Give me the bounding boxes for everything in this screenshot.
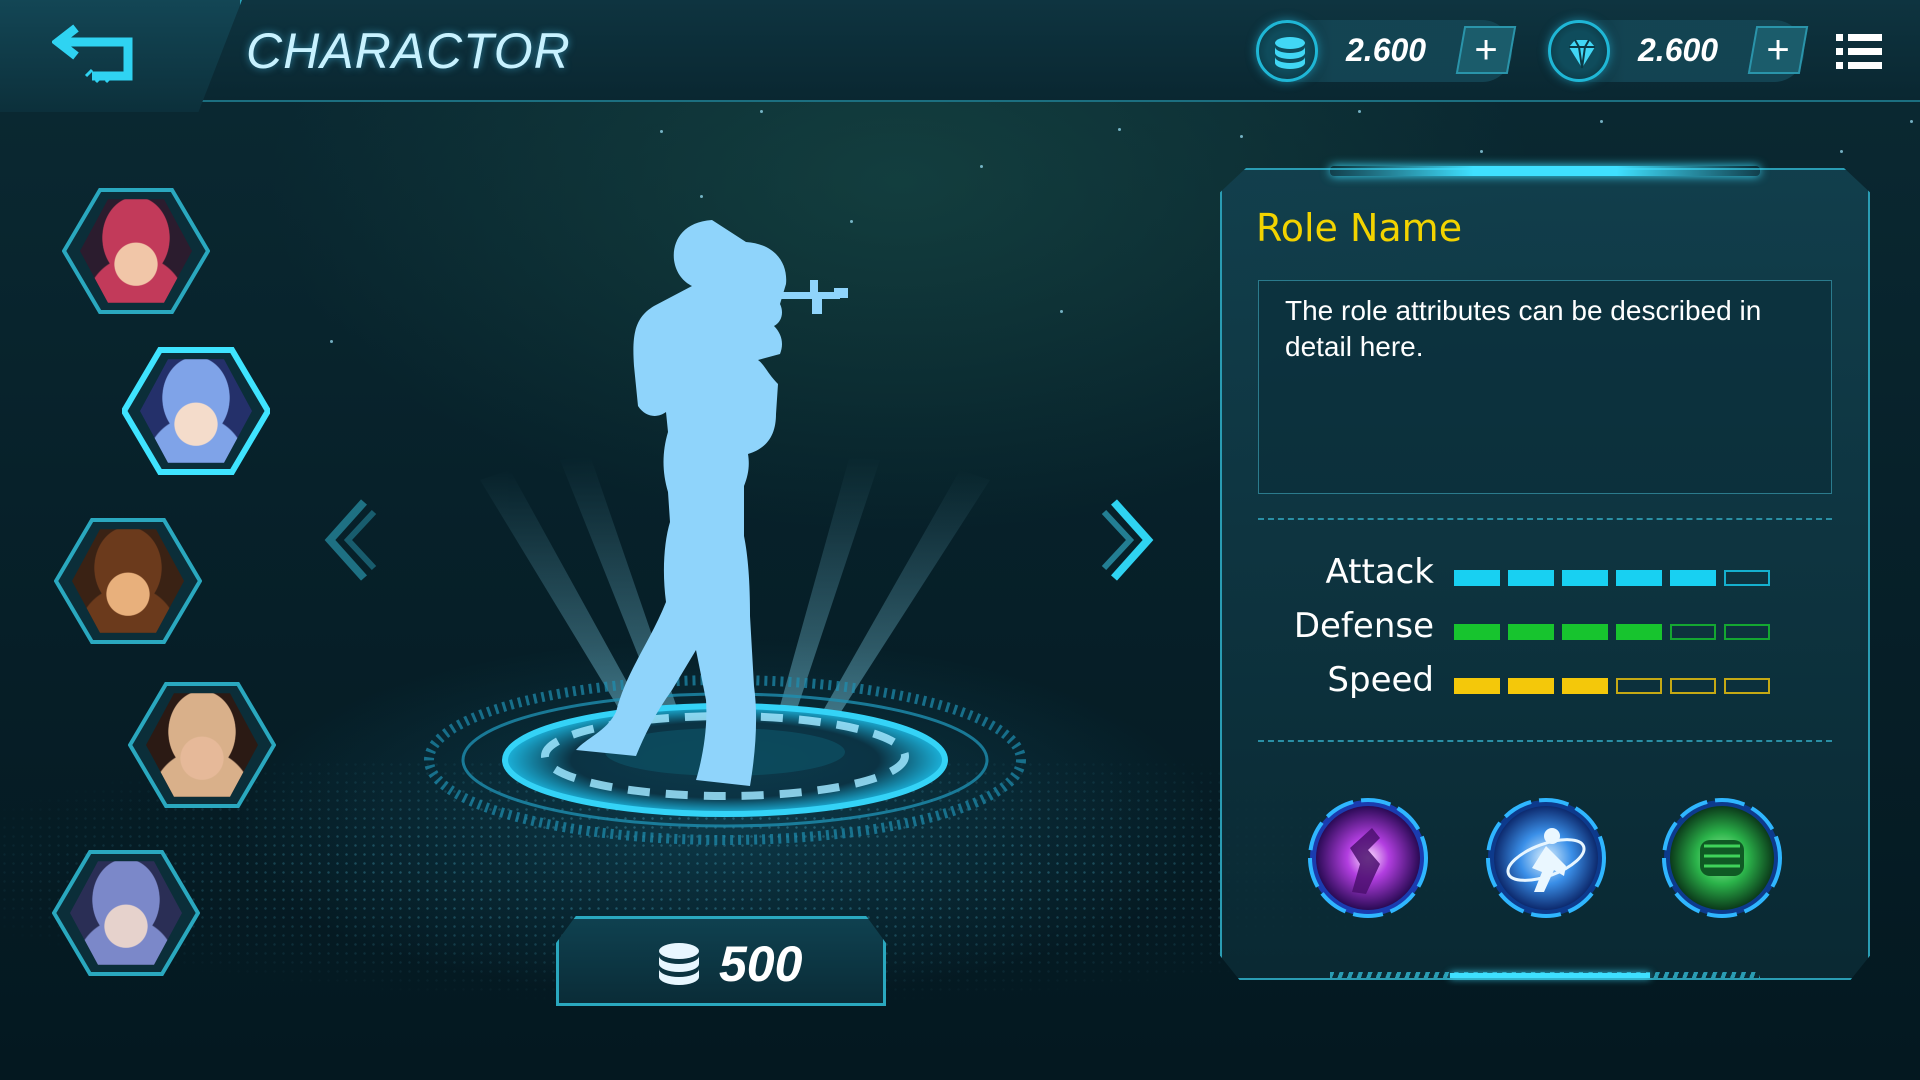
next-character-arrow-icon[interactable] <box>1100 498 1160 582</box>
stat-segment <box>1562 624 1608 640</box>
coin-stack-icon <box>1256 20 1318 82</box>
stat-label-defense: Defense <box>1293 606 1434 646</box>
character-portrait-1[interactable] <box>62 186 210 316</box>
stat-segment <box>1724 624 1770 640</box>
role-description: The role attributes can be described in … <box>1258 280 1832 494</box>
page-title: CHARACTOR <box>246 23 571 79</box>
stat-segment <box>1724 678 1770 694</box>
stat-bar-attack <box>1454 570 1774 586</box>
skill-orbit-dash-icon[interactable] <box>1484 796 1608 920</box>
purchase-price-button[interactable]: 500 <box>556 916 886 1006</box>
stat-segment <box>1508 624 1554 640</box>
stat-segment <box>1454 570 1500 586</box>
divider <box>1258 518 1832 520</box>
stat-segment <box>1670 624 1716 640</box>
stat-segment <box>1562 570 1608 586</box>
back-arrow-icon[interactable] <box>50 22 138 84</box>
diamond-icon <box>1548 20 1610 82</box>
stat-segment <box>1616 624 1662 640</box>
plus-icon: + <box>1474 28 1498 72</box>
divider <box>1258 740 1832 742</box>
coin-amount: 2.600 <box>1346 32 1427 68</box>
panel-bottom-glow <box>1330 972 1760 980</box>
stat-label-speed: Speed <box>1327 660 1434 700</box>
gem-counter: 2.600 + <box>1548 20 1809 82</box>
add-gems-button[interactable]: + <box>1747 26 1809 74</box>
character-portrait-4[interactable] <box>128 680 276 810</box>
previous-character-arrow-icon[interactable] <box>318 498 378 582</box>
stat-bar-speed <box>1454 678 1774 694</box>
skill-power-fist-icon[interactable] <box>1660 796 1784 920</box>
price-value: 500 <box>719 936 803 992</box>
stat-segment <box>1670 570 1716 586</box>
stat-segment <box>1508 678 1554 694</box>
character-screen: CHARACTOR 2.600 + 2.600 + 500 Role Name … <box>0 0 1920 1080</box>
character-hologram <box>420 200 1040 860</box>
role-name: Role Name <box>1256 206 1463 250</box>
menu-icon[interactable] <box>1836 32 1882 72</box>
plus-icon: + <box>1766 28 1790 72</box>
stat-segment <box>1454 678 1500 694</box>
stat-segment <box>1616 678 1662 694</box>
character-portrait-2[interactable] <box>122 346 270 476</box>
stat-segment <box>1616 570 1662 586</box>
add-coins-button[interactable]: + <box>1455 26 1517 74</box>
skill-shadow-strike-icon[interactable] <box>1306 796 1430 920</box>
panel-top-glow <box>1330 166 1760 176</box>
coin-stack-icon <box>655 941 703 994</box>
stat-segment <box>1562 678 1608 694</box>
character-portrait-5[interactable] <box>52 848 200 978</box>
stat-segment <box>1454 624 1500 640</box>
stat-segment <box>1670 678 1716 694</box>
character-portrait-3[interactable] <box>54 516 202 646</box>
stat-segment <box>1508 570 1554 586</box>
stat-label-attack: Attack <box>1325 552 1434 592</box>
coin-counter: 2.600 + <box>1256 20 1517 82</box>
gem-amount: 2.600 <box>1638 32 1719 68</box>
stat-bar-defense <box>1454 624 1774 640</box>
stat-segment <box>1724 570 1770 586</box>
